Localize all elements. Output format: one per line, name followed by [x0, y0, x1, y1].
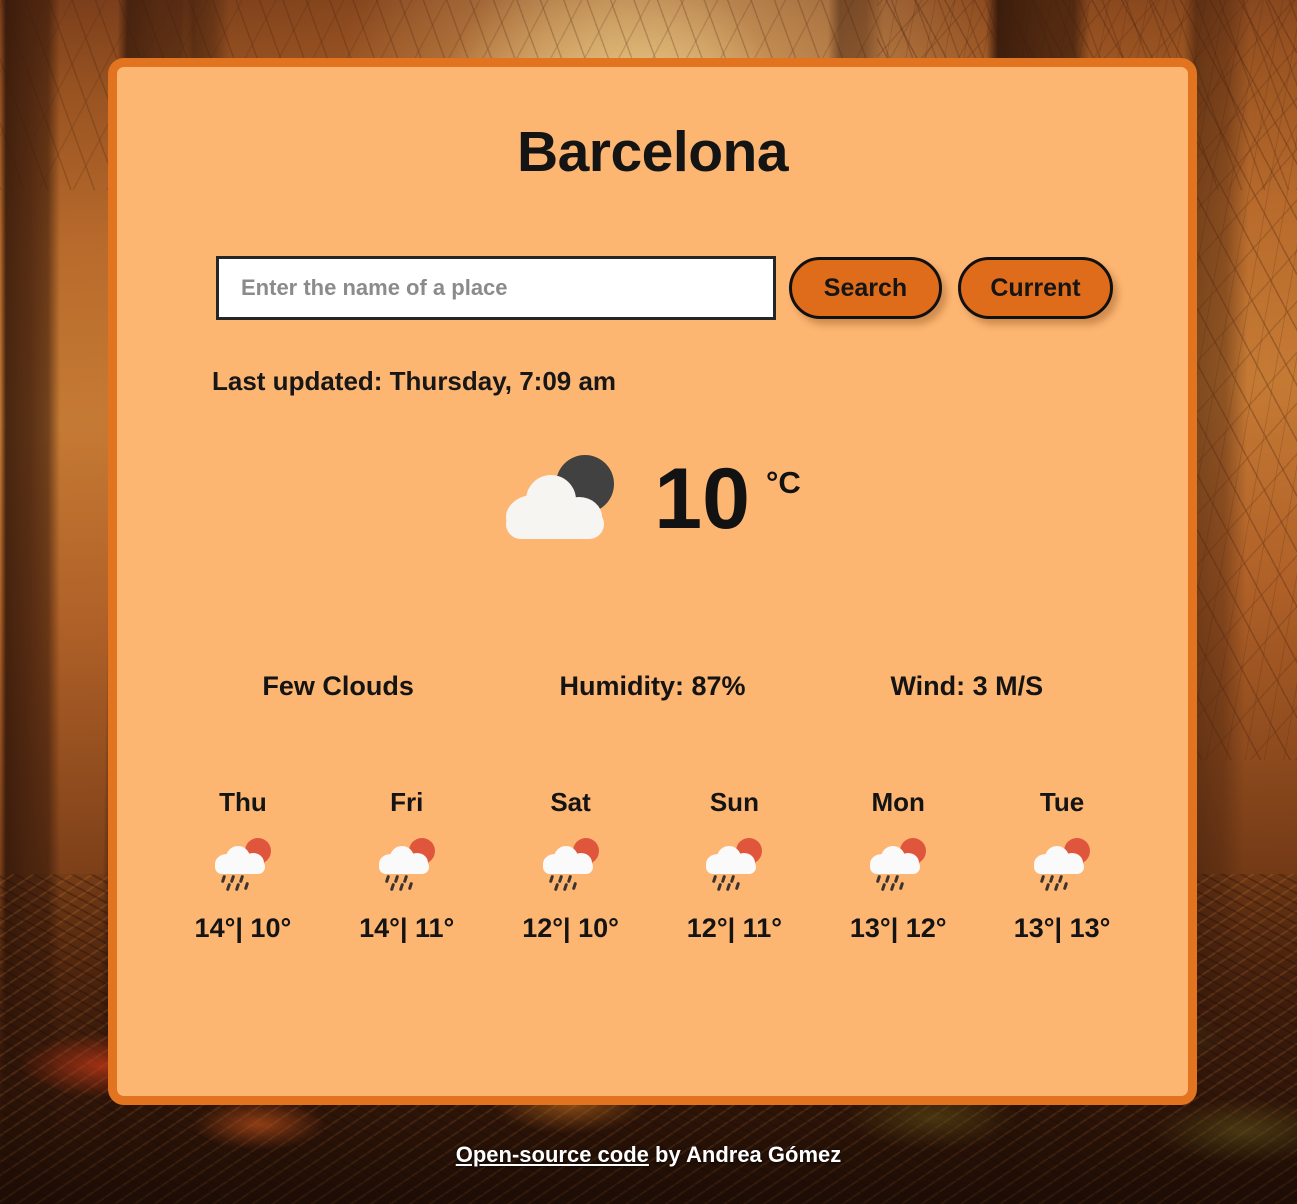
- cloud-base: [706, 860, 757, 874]
- rain-drop: [243, 881, 250, 891]
- search-input[interactable]: [216, 256, 776, 320]
- cloud-moon-icon: [504, 453, 616, 545]
- rain-drop: [562, 882, 568, 892]
- forecast-temperatures: 14°| 10°: [194, 913, 292, 943]
- rain-drop: [566, 874, 572, 884]
- rain-drop: [234, 882, 241, 892]
- forecast-day-name: Mon: [871, 787, 925, 817]
- rain-drop: [393, 874, 399, 884]
- rain-drop: [1048, 874, 1055, 884]
- rain-drop: [730, 874, 736, 884]
- forecast-day: Thu 14°| 10°: [161, 787, 325, 944]
- forecast-icon-wrap: [489, 831, 653, 897]
- rain-drop: [238, 874, 245, 884]
- forecast-icon-wrap: [980, 831, 1144, 897]
- temperature-unit: °C: [765, 465, 801, 500]
- rain-drop: [407, 881, 413, 891]
- forecast-day-name: Thu: [219, 787, 267, 817]
- humidity-value: Humidity: 87%: [559, 671, 746, 701]
- search-button[interactable]: Search: [789, 257, 942, 319]
- forecast-day-name: Fri: [390, 787, 424, 817]
- rain-drop: [726, 882, 732, 892]
- rain-drop: [402, 874, 408, 884]
- rain-drop: [712, 874, 718, 884]
- forecast-day: Fri 14°| 11°: [325, 787, 489, 944]
- cloud-base: [506, 509, 605, 539]
- forecast-day: Tue 13°| 13°: [980, 787, 1144, 944]
- cloud-sun-rain-icon: [705, 838, 763, 892]
- cloud-sun-rain-icon: [378, 838, 436, 892]
- forecast-day: Sat 12°| 10°: [489, 787, 653, 944]
- rain-drop: [225, 882, 232, 892]
- rain-drop: [548, 874, 554, 884]
- forecast-temperatures: 12°| 11°: [686, 913, 783, 943]
- current-conditions: 10 °C: [117, 453, 1188, 545]
- weather-card: Barcelona Search Current Last updated: T…: [108, 58, 1197, 1105]
- forecast-day-name: Sun: [709, 787, 759, 817]
- cloud-sun-rain-icon: [869, 838, 927, 892]
- cloud-base: [870, 860, 921, 874]
- rain-drop: [220, 874, 227, 884]
- last-updated-text: Last updated: Thursday, 7:09 am: [212, 366, 617, 396]
- forecast-day-name: Sat: [550, 787, 591, 817]
- forecast-temperatures: 13°| 13°: [1013, 913, 1111, 943]
- rain-drop: [876, 874, 882, 884]
- footer-author-text: by Andrea Gómez: [648, 1142, 842, 1167]
- cloud-sun-rain-icon: [1033, 838, 1091, 892]
- cloud-base: [378, 860, 429, 874]
- rain-drop: [717, 882, 723, 892]
- rain-drop: [557, 874, 563, 884]
- rain-drop: [1053, 882, 1060, 892]
- footer-credit: Open-source code by Andrea Gómez: [0, 1142, 1297, 1168]
- cloud-sun-rain-icon: [542, 838, 600, 892]
- rain-drop: [384, 874, 390, 884]
- forecast-icon-wrap: [816, 831, 980, 897]
- rain-drop: [389, 882, 395, 892]
- forecast-icon-wrap: [161, 831, 325, 897]
- cloud-base: [542, 860, 593, 874]
- open-source-code-link[interactable]: Open-source code: [456, 1142, 649, 1167]
- cloud-base: [1034, 860, 1085, 874]
- weather-description: Few Clouds: [262, 671, 414, 701]
- forecast-temperatures: 13°| 12°: [849, 913, 947, 943]
- conditions-details-row: Few Clouds Humidity: 87% Wind: 3 M/S: [117, 671, 1188, 702]
- rain-drop: [1039, 874, 1046, 884]
- rain-drop: [899, 881, 905, 891]
- rain-drop: [735, 881, 741, 891]
- forecast-day-name: Tue: [1039, 787, 1085, 817]
- rain-drop: [398, 882, 404, 892]
- current-temperature: 10: [654, 451, 750, 547]
- wind-value: Wind: 3 M/S: [890, 671, 1044, 701]
- forecast-temperatures: 12°| 10°: [522, 913, 619, 943]
- rain-drop: [721, 874, 727, 884]
- rain-drop: [1044, 882, 1051, 892]
- forecast-temperatures: 14°| 11°: [359, 913, 455, 943]
- rain-drop: [881, 882, 887, 892]
- forecast-icon-wrap: [325, 831, 489, 897]
- rain-drop: [553, 882, 559, 892]
- forecast-day: Sun 12°| 11°: [652, 787, 816, 944]
- search-row: Search Current: [117, 256, 1188, 320]
- forecast-icon-wrap: [652, 831, 816, 897]
- rain-drop: [229, 874, 236, 884]
- rain-drop: [890, 882, 896, 892]
- page-title: Barcelona: [516, 120, 789, 184]
- cloud-base: [214, 860, 265, 874]
- rain-drop: [571, 881, 577, 891]
- forecast-row: Thu 14°| 10° Fri 14°| 11° Sat 12°| 10° S…: [117, 787, 1188, 944]
- current-location-button[interactable]: Current: [958, 257, 1113, 319]
- rain-drop: [885, 874, 891, 884]
- forecast-day: Mon 13°| 12°: [816, 787, 980, 944]
- rain-drop: [1062, 881, 1069, 891]
- rain-drop: [894, 874, 900, 884]
- rain-drop: [1057, 874, 1064, 884]
- cloud-sun-rain-icon: [214, 838, 272, 892]
